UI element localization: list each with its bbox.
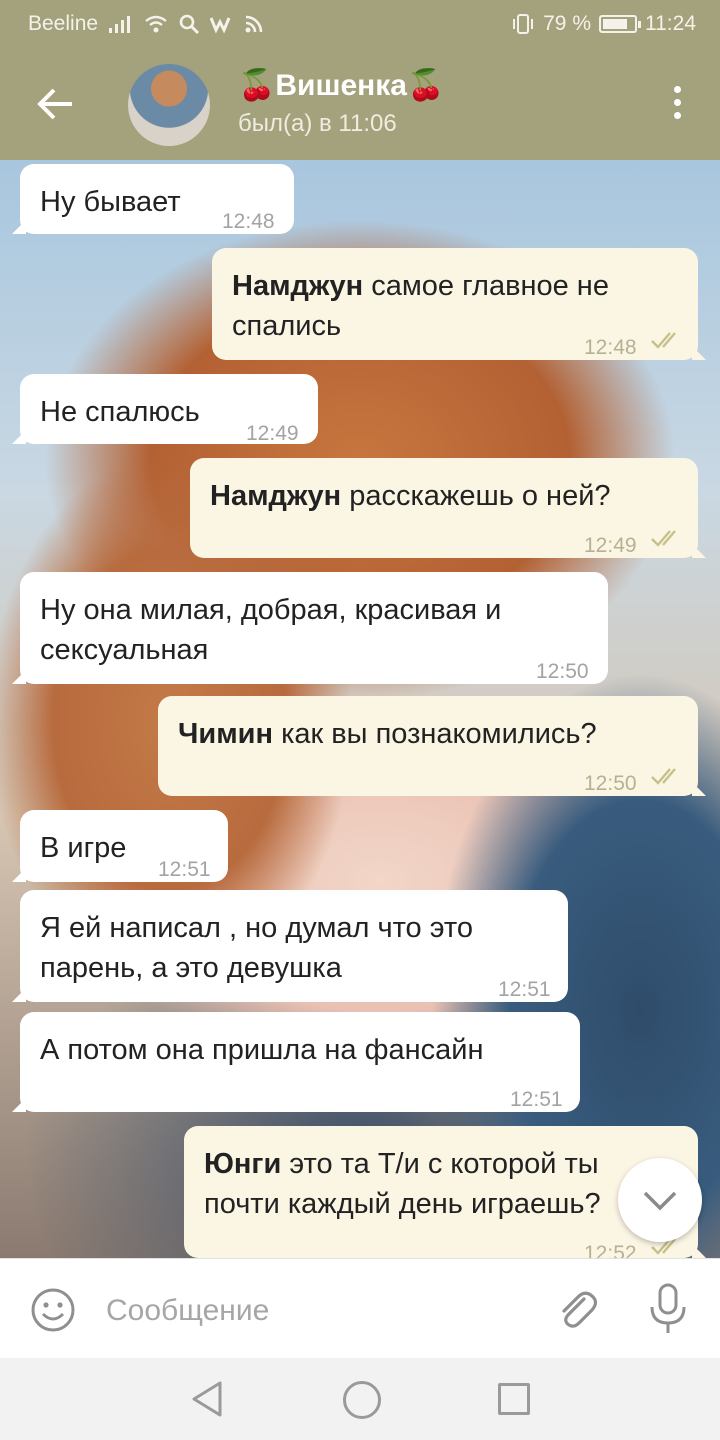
back-arrow-icon[interactable] (34, 82, 78, 126)
system-nav-bar (0, 1358, 720, 1440)
vk-icon (210, 17, 231, 34)
wifi-icon (145, 15, 167, 33)
message-incoming[interactable]: Ну бывает 12:48 (12, 164, 294, 234)
attach-icon[interactable] (552, 1285, 600, 1333)
carrier-label: Beeline (28, 12, 99, 35)
message-outgoing[interactable]: Намджун расскажешь о ней? 12:49 (190, 458, 706, 558)
message-text: как вы познакомились? (281, 718, 597, 750)
nav-recents-icon[interactable] (498, 1383, 530, 1415)
message-text: расскажешь о ней? (349, 480, 611, 512)
chevron-down-icon (643, 1191, 677, 1211)
message-text: спались (232, 310, 342, 342)
message-time: 12:48 (584, 336, 637, 359)
message-outgoing[interactable]: Намджун самое главное не спались 12:48 (212, 248, 706, 360)
message-text: это та Т/и с которой ты (289, 1148, 599, 1180)
sender-name: Юнги (204, 1148, 290, 1180)
message-text: Я ей написал , но думал что это (40, 912, 473, 944)
message-list[interactable]: Ну бывает 12:48 Намджун самое главное не… (0, 160, 720, 1258)
message-time: 12:51 (510, 1088, 563, 1111)
rss-icon (245, 15, 263, 33)
battery-percent: 79 % (543, 12, 591, 35)
message-incoming[interactable]: В игре 12:51 (12, 810, 228, 882)
scroll-to-bottom-button[interactable] (618, 1158, 702, 1242)
chat-header: 🍒Вишенка🍒 был(а) в 11:06 (0, 48, 720, 160)
search-icon (179, 14, 200, 35)
message-input[interactable] (104, 1285, 528, 1337)
message-time: 12:48 (222, 210, 275, 233)
message-time: 12:49 (584, 534, 637, 557)
message-time: 12:49 (246, 422, 299, 445)
battery-icon (599, 15, 641, 33)
message-text: В игре (40, 832, 127, 864)
signal-icon (109, 16, 131, 33)
message-time: 12:50 (536, 660, 589, 683)
message-time: 12:50 (584, 772, 637, 795)
emoji-icon[interactable] (30, 1287, 76, 1333)
read-check-icon (651, 332, 676, 349)
message-text: Ну бывает (40, 186, 181, 218)
message-outgoing[interactable]: Чимин как вы познакомились? 12:50 (158, 696, 706, 796)
sender-name: Чимин (178, 718, 282, 750)
contact-name[interactable]: 🍒Вишенка🍒 (238, 68, 444, 103)
message-text: Ну она милая, добрая, красивая и (40, 594, 502, 626)
message-text: самое главное не (371, 270, 609, 302)
read-check-icon (651, 768, 676, 785)
message-composer (0, 1258, 720, 1359)
message-text: почти каждый день играешь? (204, 1188, 601, 1220)
status-bar: Beeline 79 % 11:24 (0, 0, 720, 48)
nav-home-icon[interactable] (343, 1381, 381, 1419)
avatar[interactable] (128, 64, 210, 146)
message-incoming[interactable]: А потом она пришла на фансайн 12:51 (12, 1012, 580, 1112)
sender-name: Намджун (210, 480, 350, 512)
message-incoming[interactable]: Не спалюсь 12:49 (12, 374, 318, 445)
message-text: сексуальная (40, 634, 209, 666)
message-text: парень, а это девушка (40, 952, 342, 984)
message-time: 12:51 (158, 858, 211, 881)
mic-icon[interactable] (646, 1283, 690, 1335)
message-time: 12:51 (498, 978, 551, 1001)
message-incoming[interactable]: Ну она милая, добрая, красивая и сексуал… (12, 572, 608, 684)
more-vert-icon[interactable] (672, 86, 684, 126)
sender-name: Намджун (232, 270, 372, 302)
last-seen-status: был(а) в 11:06 (238, 110, 397, 137)
message-incoming[interactable]: Я ей написал , но думал что это парень, … (12, 890, 568, 1002)
message-text: А потом она пришла на фансайн (40, 1034, 484, 1066)
nav-back-icon[interactable] (190, 1380, 224, 1418)
vibrate-icon (513, 14, 534, 34)
message-text: Не спалюсь (40, 396, 200, 428)
read-check-icon (651, 530, 676, 547)
clock: 11:24 (645, 12, 696, 35)
